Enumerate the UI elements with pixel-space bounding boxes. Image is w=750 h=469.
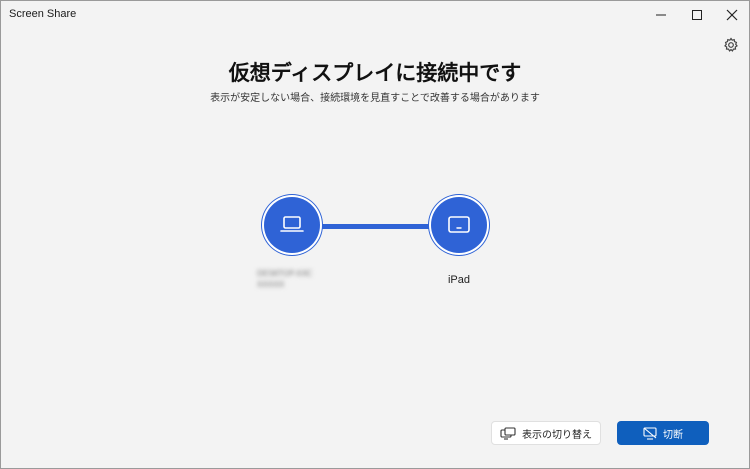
maximize-icon (692, 10, 702, 20)
connection-line (319, 224, 435, 229)
switch-display-button[interactable]: 表示の切り替え (491, 421, 601, 445)
ipad-device-name: iPad (447, 274, 471, 286)
pc-device-name: DESKTOP-XXC XXXXX (257, 268, 347, 290)
switch-display-label: 表示の切り替え (522, 429, 592, 441)
page-subtitle: 表示が安定しない場合、接続環境を見直すことで改善する場合があります (210, 93, 540, 104)
display-switch-icon (500, 426, 516, 440)
disconnect-display-icon (643, 426, 657, 440)
app-title: Screen Share (9, 8, 77, 20)
page-title: 仮想ディスプレイに接続中です (228, 61, 522, 85)
title-bar: Screen Share (1, 1, 749, 31)
gear-icon (724, 37, 738, 52)
minimize-icon (656, 14, 666, 16)
screen-share-window: Screen Share 仮想ディスプレイに接続中です 表示が安定しない場合、接… (0, 0, 750, 469)
close-button[interactable] (717, 4, 747, 26)
settings-button[interactable] (723, 37, 739, 53)
minimize-button[interactable] (646, 4, 676, 26)
disconnect-button[interactable]: 切断 (617, 421, 709, 445)
tablet-icon (448, 216, 470, 233)
pc-name-line2: XXXXX (257, 280, 285, 289)
disconnect-label: 切断 (663, 429, 683, 441)
pc-name-line1: DESKTOP-XXC (257, 269, 313, 278)
maximize-button[interactable] (682, 4, 712, 26)
pc-device-node (264, 197, 320, 253)
close-icon (726, 9, 738, 21)
laptop-icon (280, 216, 304, 232)
ipad-device-node (431, 197, 487, 253)
